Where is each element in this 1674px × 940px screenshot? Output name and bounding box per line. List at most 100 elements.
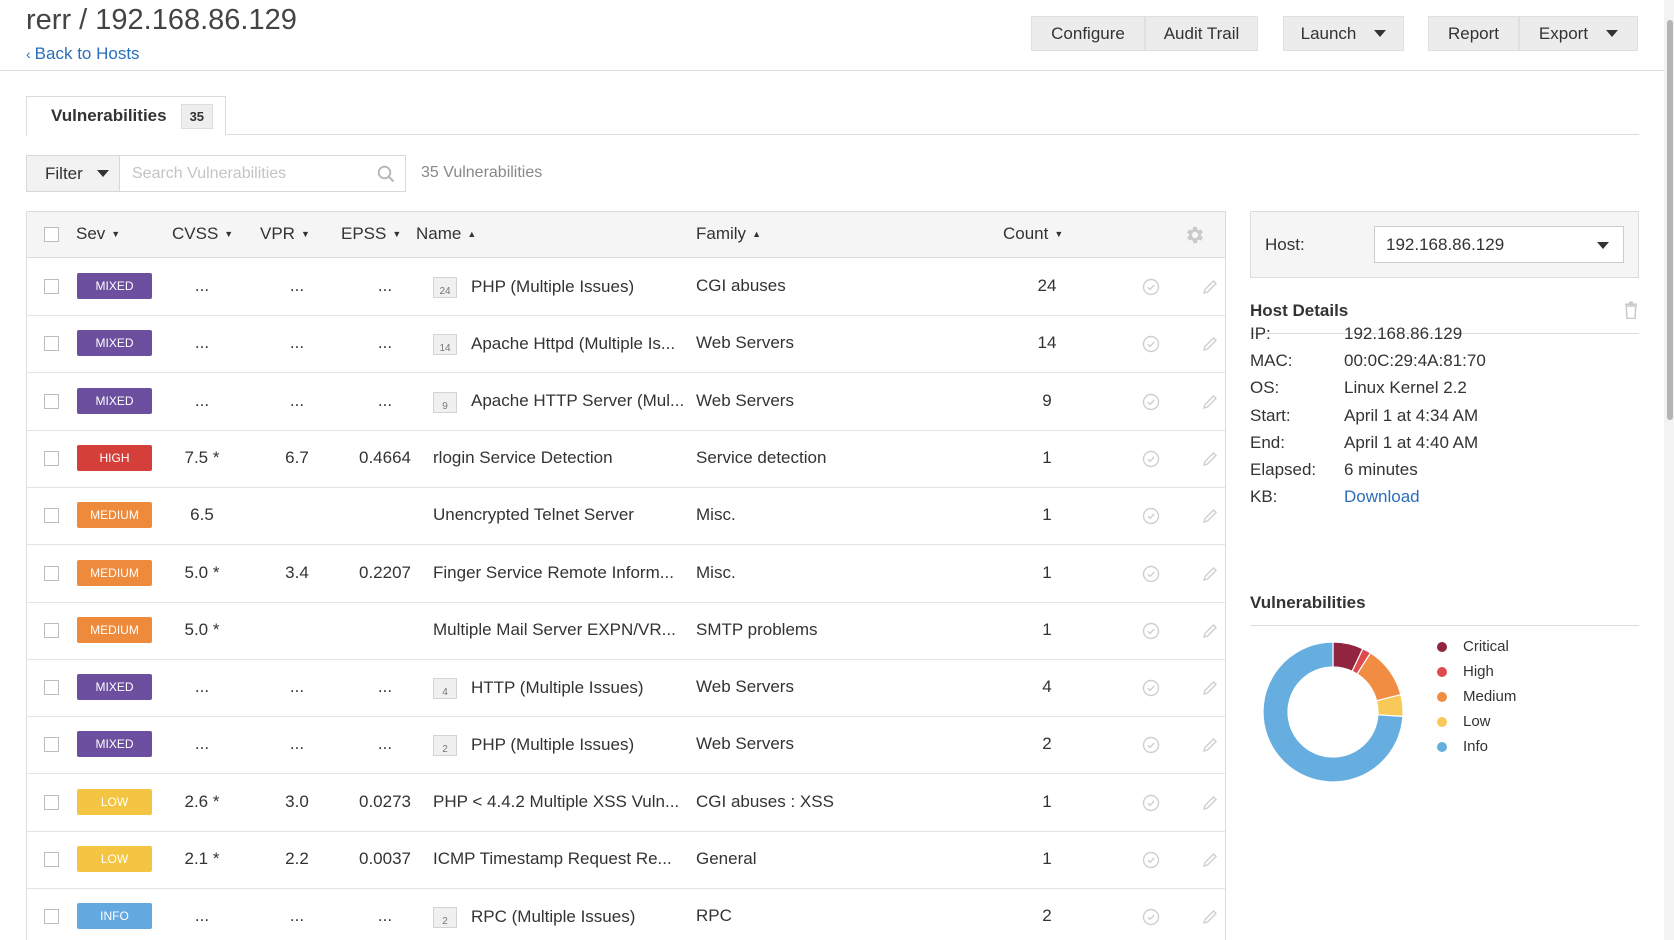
table-row[interactable]: MIXED......... 9 Apache HTTP Server (Mul..… [27, 374, 1225, 431]
table-row[interactable]: INFO......... 2 RPC (Multiple Issues) RPC 2 [27, 889, 1225, 940]
vulnerability-name[interactable]: 24 PHP (Multiple Issues) [433, 276, 634, 298]
row-checkbox[interactable] [44, 393, 59, 409]
back-to-hosts-link[interactable]: ‹ Back to Hosts [26, 44, 140, 64]
page-header: rerr / 192.168.86.129 ‹ Back to Hosts Con… [0, 0, 1674, 71]
vulnerability-name[interactable]: Finger Service Remote Inform... [433, 563, 674, 583]
vulnerability-name[interactable]: 2 RPC (Multiple Issues) [433, 906, 635, 929]
table-row[interactable]: MIXED......... 24 PHP (Multiple Issues) CGI… [27, 259, 1225, 316]
snooze-icon[interactable] [1142, 278, 1160, 296]
edit-pencil-icon[interactable] [1201, 851, 1219, 869]
row-checkbox[interactable] [44, 909, 59, 925]
snooze-icon[interactable] [1142, 794, 1160, 812]
vulnerability-name-label: Apache HTTP Server (Mul... [471, 391, 685, 411]
snooze-icon[interactable] [1142, 393, 1160, 411]
table-row[interactable]: LOW 2.6 * 3.0 0.0273 PHP < 4.4.2 Multiple XS… [27, 775, 1225, 832]
select-all-checkbox[interactable] [44, 227, 59, 242]
severity-badge: MEDIUM [77, 616, 152, 643]
snooze-icon[interactable] [1142, 507, 1160, 525]
table-row[interactable]: MEDIUM 5.0 * Multiple Mail Server EXPN/VR.… [27, 603, 1225, 660]
audit-trail-button[interactable]: Audit Trail [1145, 16, 1258, 51]
edit-pencil-icon[interactable] [1201, 450, 1219, 468]
vulnerability-name[interactable]: 4 HTTP (Multiple Issues) [433, 677, 644, 700]
column-header-cvss[interactable]: CVSS ▼ [172, 224, 233, 244]
table-row[interactable]: HIGH 7.5 * 6.7 0.4664 rlogin Service Detecti… [27, 431, 1225, 488]
legend-item-high[interactable]: High [1437, 663, 1494, 680]
scrollbar-thumb[interactable] [1667, 20, 1673, 420]
snooze-icon[interactable] [1142, 851, 1160, 869]
vulnerability-name[interactable]: 9 Apache HTTP Server (Mul... [433, 391, 685, 413]
launch-button[interactable]: Launch [1283, 16, 1404, 51]
download-kb-link[interactable]: Download [1344, 487, 1420, 507]
vulnerability-name[interactable]: Multiple Mail Server EXPN/VR... [433, 620, 676, 640]
edit-pencil-icon[interactable] [1201, 622, 1219, 640]
column-header-sev[interactable]: Sev ▼ [76, 224, 120, 244]
vulnerability-name[interactable]: 14 Apache Httpd (Multiple Is... [433, 333, 675, 356]
search-input[interactable] [120, 156, 360, 191]
snooze-icon[interactable] [1142, 908, 1160, 926]
snooze-icon[interactable] [1142, 565, 1160, 583]
edit-pencil-icon[interactable] [1201, 679, 1219, 697]
row-checkbox[interactable] [44, 794, 59, 810]
edit-pencil-icon[interactable] [1201, 565, 1219, 583]
edit-pencil-icon[interactable] [1201, 278, 1219, 296]
edit-pencil-icon[interactable] [1201, 908, 1219, 926]
edit-pencil-icon[interactable] [1201, 393, 1219, 411]
column-header-family[interactable]: Family ▲ [696, 224, 761, 244]
row-checkbox[interactable] [44, 622, 59, 638]
search-icon[interactable] [377, 165, 395, 183]
vulnerability-name[interactable]: PHP < 4.4.2 Multiple XSS Vuln... [433, 792, 679, 812]
vulnerability-name[interactable]: ICMP Timestamp Request Re... [433, 849, 672, 869]
legend-item-info[interactable]: Info [1437, 738, 1488, 755]
trash-icon[interactable] [1623, 301, 1639, 319]
snooze-icon[interactable] [1142, 450, 1160, 468]
table-row[interactable]: MEDIUM 6.5 Unencrypted Telnet Server Misc. 1 [27, 488, 1225, 546]
edit-pencil-icon[interactable] [1201, 794, 1219, 812]
family-value: Web Servers [696, 390, 794, 410]
epss-value: ... [377, 734, 393, 754]
row-checkbox[interactable] [44, 565, 59, 581]
row-checkbox[interactable] [44, 852, 59, 867]
export-button[interactable]: Export [1519, 16, 1638, 51]
row-checkbox[interactable] [44, 279, 59, 294]
severity-badge: MIXED [77, 674, 152, 701]
column-header-epss[interactable]: EPSS ▼ [341, 224, 401, 244]
legend-item-medium[interactable]: Medium [1437, 688, 1516, 705]
report-button[interactable]: Report [1428, 16, 1519, 51]
sort-desc-icon: ▼ [392, 229, 402, 239]
tab-label: Vulnerabilities [51, 106, 167, 125]
column-header-count[interactable]: Count ▼ [1003, 224, 1063, 244]
search-box [119, 155, 406, 192]
table-row[interactable]: LOW 2.1 * 2.2 0.0037 ICMP Timestamp Request … [27, 832, 1225, 889]
vulnerability-name[interactable]: Unencrypted Telnet Server [433, 505, 634, 525]
edit-pencil-icon[interactable] [1201, 507, 1219, 525]
host-select[interactable]: 192.168.86.129 [1374, 226, 1624, 263]
tab-vulnerabilities[interactable]: Vulnerabilities 35 [26, 96, 226, 136]
vulnerability-name[interactable]: 2 PHP (Multiple Issues) [433, 734, 634, 757]
row-checkbox[interactable] [44, 737, 59, 753]
snooze-icon[interactable] [1142, 736, 1160, 754]
filter-button[interactable]: Filter [26, 155, 120, 192]
table-row[interactable]: MIXED......... 4 HTTP (Multiple Issues) Web… [27, 660, 1225, 718]
legend-item-low[interactable]: Low [1437, 713, 1491, 730]
row-checkbox[interactable] [44, 336, 59, 352]
snooze-icon[interactable] [1142, 335, 1160, 353]
snooze-icon[interactable] [1142, 622, 1160, 640]
column-header-name[interactable]: Name ▲ [416, 224, 476, 244]
legend-item-critical[interactable]: Critical [1437, 638, 1509, 655]
row-checkbox[interactable] [44, 680, 59, 696]
snooze-icon[interactable] [1142, 679, 1160, 697]
gear-icon[interactable] [1184, 224, 1206, 246]
row-checkbox[interactable] [44, 508, 59, 524]
edit-pencil-icon[interactable] [1201, 335, 1219, 353]
column-header-vpr[interactable]: VPR ▼ [260, 224, 310, 244]
table-row[interactable]: MEDIUM 5.0 * 3.4 0.2207 Finger Service Remot… [27, 546, 1225, 603]
row-checkbox[interactable] [44, 450, 59, 466]
table-row[interactable]: MIXED......... 14 Apache Httpd (Multiple I… [27, 316, 1225, 374]
vulnerability-name[interactable]: rlogin Service Detection [433, 448, 613, 468]
table-row[interactable]: MIXED......... 2 PHP (Multiple Issues) Web … [27, 717, 1225, 775]
severity-badge: MIXED [77, 273, 152, 299]
legend-dot [1437, 716, 1447, 727]
configure-button[interactable]: Configure [1031, 16, 1145, 51]
edit-pencil-icon[interactable] [1201, 736, 1219, 754]
tab-count-badge: 35 [180, 103, 214, 129]
